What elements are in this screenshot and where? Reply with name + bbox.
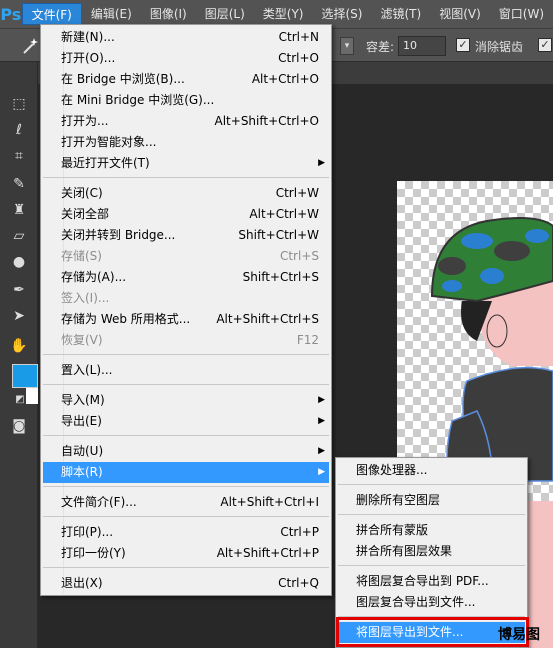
watermark-text: 博易图 [498, 627, 540, 643]
menu-separator [43, 177, 329, 178]
menu-edit[interactable]: 编辑(E) [82, 3, 141, 25]
menu-item-automate[interactable]: 自动(U) ▶ [43, 441, 329, 462]
menu-item-place[interactable]: 置入(L)... [43, 360, 329, 381]
submenu-arrow-icon: ▶ [318, 395, 325, 405]
menu-item-close-go-bridge[interactable]: 关闭并转到 Bridge... Shift+Ctrl+W [43, 225, 329, 246]
antialias-label: 消除锯齿 [475, 40, 524, 54]
menu-image[interactable]: 图像(I) [141, 3, 196, 25]
menu-separator [338, 514, 525, 515]
menu-separator [338, 484, 525, 485]
menu-separator [43, 354, 329, 355]
blur-tool-icon[interactable]: ● [9, 252, 29, 272]
menu-select[interactable]: 选择(S) [313, 3, 372, 25]
submenu-item-flatten-masks[interactable]: 拼合所有蒙版 [338, 520, 525, 541]
menu-item-browse-bridge[interactable]: 在 Bridge 中浏览(B)... Alt+Ctrl+O [43, 69, 329, 90]
menu-filter[interactable]: 滤镜(T) [371, 3, 430, 25]
menu-item-open-as[interactable]: 打开为... Alt+Shift+Ctrl+O [43, 111, 329, 132]
menu-item-open-smart-object[interactable]: 打开为智能对象... [43, 132, 329, 153]
submenu-item-comps-to-pdf[interactable]: 将图层复合导出到 PDF... [338, 571, 525, 592]
pen-tool-icon[interactable]: ✒ [9, 280, 29, 300]
menu-separator [43, 516, 329, 517]
menu-item-print-one-copy[interactable]: 打印一份(Y) Alt+Shift+Ctrl+P [43, 543, 329, 564]
magic-wand-icon[interactable] [20, 36, 40, 56]
menu-item-file-info[interactable]: 文件简介(F)... Alt+Shift+Ctrl+I [43, 492, 329, 513]
eraser-tool-icon[interactable]: ▱ [9, 226, 29, 246]
tolerance-label: 容差: [366, 40, 395, 54]
path-select-icon[interactable]: ➤ [9, 306, 29, 326]
menu-separator [43, 567, 329, 568]
menu-item-save: 存储(S) Ctrl+S [61, 249, 319, 263]
menu-view[interactable]: 视图(V) [430, 3, 490, 25]
submenu-arrow-icon: ▶ [318, 158, 325, 168]
menu-layer[interactable]: 图层(L) [196, 3, 254, 25]
tools-panel: ⬚ ℓ ⌗ ✎ ♜ ▱ ● ✒ ➤ ✋ ◩ ◙ [0, 62, 38, 648]
swap-colors-icon[interactable]: ◩ [10, 390, 30, 410]
stamp-tool-icon[interactable]: ♜ [9, 200, 29, 220]
quick-mask-icon[interactable]: ◙ [9, 416, 29, 436]
menu-separator [338, 616, 525, 617]
submenu-item-comps-to-files[interactable]: 图层复合导出到文件... [338, 592, 525, 613]
menu-separator [43, 384, 329, 385]
menu-item-save-for-web[interactable]: 存储为 Web 所用格式... Alt+Shift+Ctrl+S [43, 309, 329, 330]
menu-item-export[interactable]: 导出(E) ▶ [43, 411, 329, 432]
contiguous-checkbox[interactable]: ✓ [538, 38, 552, 52]
photoshop-logo: Ps [0, 4, 22, 24]
submenu-arrow-icon: ▶ [318, 416, 325, 426]
menu-item-exit[interactable]: 退出(X) Ctrl+Q [43, 573, 329, 594]
menu-item-print[interactable]: 打印(P)... Ctrl+P [43, 522, 329, 543]
menu-item-scripts[interactable]: 脚本(R) ▶ [43, 462, 329, 483]
file-menu-dropdown: 新建(N)... Ctrl+N 打开(O)... Ctrl+O 在 Bridge 中… [40, 24, 332, 596]
menu-item-revert: 恢复(V) F12 [61, 333, 319, 347]
antialias-checkbox[interactable]: ✓ [456, 38, 470, 52]
submenu-item-delete-empty-layers[interactable]: 删除所有空图层 [338, 490, 525, 511]
menu-item-recent-files[interactable]: 最近打开文件(T) ▶ [43, 153, 329, 174]
submenu-arrow-icon: ▶ [318, 446, 325, 456]
foreground-color-swatch[interactable] [12, 364, 38, 388]
menu-item-browse-mini-bridge[interactable]: 在 Mini Bridge 中浏览(G)... [43, 90, 329, 111]
menu-item-new[interactable]: 新建(N)... Ctrl+N [43, 27, 329, 48]
menu-separator [43, 486, 329, 487]
crop-tool-icon[interactable]: ⌗ [9, 146, 29, 166]
menu-item-import[interactable]: 导入(M) ▶ [43, 390, 329, 411]
menu-type[interactable]: 类型(Y) [254, 3, 313, 25]
menu-item-close-all[interactable]: 关闭全部 Alt+Ctrl+W [43, 204, 329, 225]
menu-window[interactable]: 窗口(W) [490, 3, 553, 25]
healing-brush-icon[interactable]: ✎ [9, 174, 29, 194]
menu-file[interactable]: 文件(F) [21, 3, 82, 25]
submenu-item-flatten-layer-effects[interactable]: 拼合所有图层效果 [338, 541, 525, 562]
menu-separator [43, 435, 329, 436]
menu-separator [338, 565, 525, 566]
marquee-tool-icon[interactable]: ⬚ [9, 94, 29, 114]
menu-item-open[interactable]: 打开(O)... Ctrl+O [43, 48, 329, 69]
menu-item-check-in: 签入(I)... [61, 291, 110, 305]
submenu-item-image-processor[interactable]: 图像处理器... [338, 460, 525, 481]
menu-item-close[interactable]: 关闭(C) Ctrl+W [43, 183, 329, 204]
sample-size-dropdown-icon[interactable]: ▾ [340, 37, 354, 55]
submenu-arrow-icon: ▶ [318, 467, 325, 477]
tolerance-input[interactable]: 10 [398, 36, 446, 56]
menu-item-save-as[interactable]: 存储为(A)... Shift+Ctrl+S [43, 267, 329, 288]
scripts-submenu: 图像处理器... 删除所有空图层 拼合所有蒙版 拼合所有图层效果 将图层复合导出… [335, 457, 528, 648]
hand-tool-icon[interactable]: ✋ [9, 336, 29, 356]
lasso-tool-icon[interactable]: ℓ [9, 120, 29, 140]
submenu-item-export-layers-to-files[interactable]: 将图层导出到文件... [338, 622, 525, 643]
